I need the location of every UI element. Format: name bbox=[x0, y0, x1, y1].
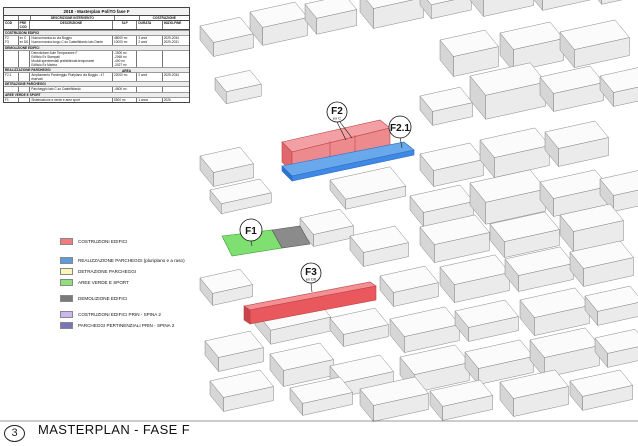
table-cell-cod bbox=[4, 62, 19, 68]
table-cell-cod: F3 bbox=[4, 40, 19, 45]
callout-f1-label: F1 bbox=[245, 226, 257, 237]
header-desc: DESCRIZIONE bbox=[30, 21, 114, 30]
table-row: F2.1 Ampliamento Parcheggio Pluriplano vi… bbox=[4, 73, 189, 82]
legend-label: DEMOLIZIONE EDIFICI bbox=[78, 296, 128, 301]
table-row: F3 ex D6 Nuova manica lungo C.so Castelfid… bbox=[4, 40, 189, 45]
legend-swatch bbox=[60, 311, 73, 318]
table-cell-desc: Ampliamento Parcheggio Pluriplano via Bo… bbox=[30, 73, 114, 82]
legend-swatch bbox=[60, 238, 73, 245]
table-row: Edificio Ex Marina -2027 m² bbox=[4, 62, 189, 68]
legend-label: REALIZZAZIONE PARCHEGGI (pluriplano e a … bbox=[78, 258, 185, 263]
table-cell-pre: ex D6 bbox=[19, 40, 31, 45]
table-cell-inizio: 2029-2031 bbox=[163, 40, 179, 45]
callout-f3-sublabel: ex D6 bbox=[306, 277, 317, 282]
table-cell-desc: Parcheggio lato C.so Castelfidardo bbox=[30, 87, 114, 92]
legend-label: COSTRUZIONI EDIFICI bbox=[78, 239, 128, 244]
table-cell-slp: 10000 m² bbox=[113, 40, 138, 45]
callout-f21-label: F2.1 bbox=[390, 123, 410, 134]
header-costruzione-group: COSTRUZIONE bbox=[152, 16, 176, 20]
table-cell-slp: -4600 m² bbox=[113, 87, 138, 92]
table-cell-cod bbox=[4, 87, 19, 92]
legend-item: DEMOLIZIONE EDIFICI bbox=[60, 295, 127, 302]
page-number: 3 bbox=[4, 425, 25, 442]
table-cell-desc: Edificio Ex Marina bbox=[30, 62, 114, 68]
table-cell-slp: 22000 m² bbox=[113, 73, 138, 82]
callout-f2-sublabel: ex C bbox=[333, 116, 341, 121]
legend-label: AREE VERDE E SPORT bbox=[78, 280, 129, 285]
page-title: MASTERPLAN - FASE F bbox=[38, 422, 191, 437]
legend-swatch bbox=[60, 268, 73, 275]
header-slp: SLP bbox=[113, 21, 138, 30]
table-title: 2018 - Masterplan PoliTO fase F bbox=[4, 8, 189, 16]
table-cell-slp: -2027 m² bbox=[113, 62, 138, 68]
table-cell-cod: F1 bbox=[4, 97, 19, 102]
table-body: COSTRUZIONI EDIFICI F2 ex C Nuova manica su… bbox=[4, 30, 189, 102]
table-cell-durata: 2 anni bbox=[137, 73, 163, 82]
legend-item: PARCHEGGI PERTINENZIALI PRIN - SPINA 2 bbox=[60, 322, 174, 329]
legend-item: DETRAZIONE PARCHEGGI bbox=[60, 268, 136, 275]
legend-swatch bbox=[60, 322, 73, 329]
table-cell-cod: F2.1 bbox=[4, 73, 19, 82]
table-cell-durata bbox=[137, 87, 163, 92]
legend-item: REALIZZAZIONE PARCHEGGI (pluriplano e a … bbox=[60, 257, 185, 264]
legend-item: AREE VERDE E SPORT bbox=[60, 279, 129, 286]
header-desc-group: DESCRIZIONE INTERVENTO bbox=[31, 16, 115, 21]
legend-swatch bbox=[60, 257, 73, 264]
table-cell-durata bbox=[137, 62, 163, 68]
table-cell-pre bbox=[19, 73, 31, 82]
table-cell-slp: 6500 m² bbox=[113, 97, 138, 102]
legend-label: DETRAZIONE PARCHEGGI bbox=[78, 269, 137, 274]
table-section-note: AREA bbox=[122, 69, 132, 74]
table-cell-inizio: 2026 bbox=[163, 97, 171, 102]
table-header: COD PRE COD DESCRIZIONE SLP DURATA INIZI… bbox=[4, 21, 189, 31]
legend-swatch bbox=[60, 295, 73, 302]
table-row: F1 Sistemazione a verde e aree sport 6500 … bbox=[4, 97, 189, 102]
table-cell-durata: 1 anno bbox=[137, 97, 163, 102]
legend-item: COSTRUZIONI EDIFICI bbox=[60, 238, 127, 245]
header-cod: COD bbox=[4, 21, 19, 30]
table-cell-inizio: 2029-2034 bbox=[163, 73, 179, 78]
legend-swatch bbox=[60, 279, 73, 286]
legend-label: PARCHEGGI PERTINENZIALI PRIN - SPINA 2 bbox=[78, 323, 175, 328]
header-inizio: INIZIO-FINE bbox=[163, 21, 182, 26]
table-cell-pre bbox=[19, 62, 31, 68]
table-row: Parcheggio lato C.so Castelfidardo -4600 … bbox=[4, 87, 189, 92]
table-cell-inizio bbox=[163, 63, 189, 67]
table-cell-pre bbox=[19, 87, 31, 92]
table-cell-durata: 2 anni bbox=[137, 40, 163, 45]
header-pre: PRE COD bbox=[19, 21, 31, 30]
table-cell-pre bbox=[19, 97, 31, 102]
table-cell-desc: Sistemazione a verde e aree sport bbox=[30, 97, 114, 102]
table-cell-desc: Nuova manica lungo C.so Castelfidardo la… bbox=[30, 40, 114, 45]
table-cell-inizio bbox=[163, 87, 189, 91]
header-durata: DURATA bbox=[137, 21, 163, 30]
legend-item: COSTRUZIONI EDIFICI PRIN - SPINA 2 bbox=[60, 311, 161, 318]
intervention-table: 2018 - Masterplan PoliTO fase F DESCRIZI… bbox=[3, 7, 190, 103]
legend-label: COSTRUZIONI EDIFICI PRIN - SPINA 2 bbox=[78, 312, 161, 317]
